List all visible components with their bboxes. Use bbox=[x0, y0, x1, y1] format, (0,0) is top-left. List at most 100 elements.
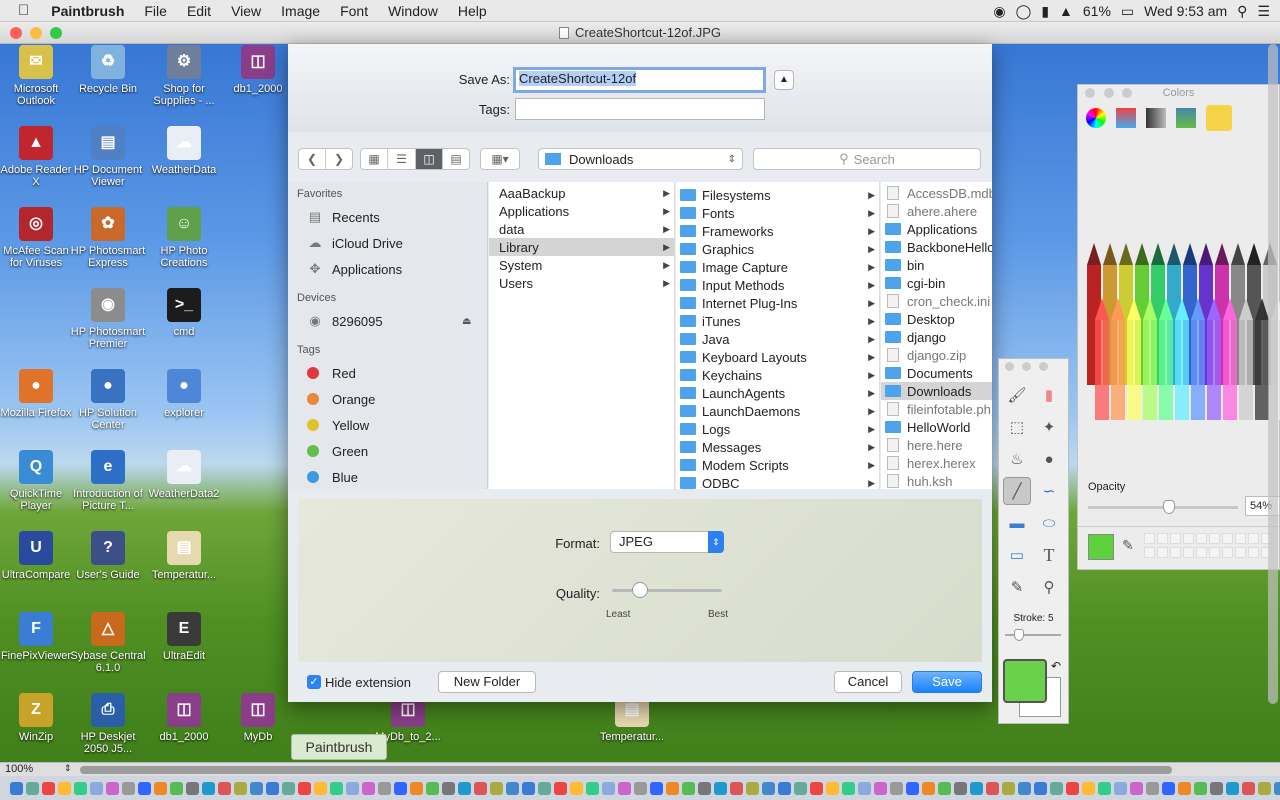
dock-app-icon[interactable] bbox=[106, 781, 119, 795]
color-swatch[interactable] bbox=[1144, 547, 1155, 558]
desktop-icon[interactable]: ⎙ HP Deskjet 2050 J5... bbox=[68, 693, 148, 755]
battery-icon[interactable]: ▭ bbox=[1121, 3, 1134, 20]
close-window-button[interactable] bbox=[10, 27, 22, 39]
desktop-icon[interactable]: ▤ HP Document Viewer bbox=[68, 126, 148, 188]
dock-app-icon[interactable] bbox=[938, 781, 951, 795]
desktop-icon[interactable]: ✉ Microsoft Outlook bbox=[0, 45, 76, 107]
bluetooth-icon[interactable]: ◯ bbox=[1016, 3, 1032, 20]
dock-app-icon[interactable] bbox=[1098, 781, 1111, 795]
desktop-icon[interactable]: E UltraEdit bbox=[144, 612, 224, 662]
dock-app-icon[interactable] bbox=[490, 781, 503, 795]
file-row[interactable]: Graphics ▶ bbox=[676, 240, 879, 258]
dock-app-icon[interactable] bbox=[986, 781, 999, 795]
color-swatch[interactable] bbox=[1235, 547, 1246, 558]
sidebar-tag-red[interactable]: Red bbox=[288, 360, 487, 386]
vertical-scrollbar[interactable] bbox=[1268, 44, 1278, 704]
dock-app-icon[interactable] bbox=[234, 781, 247, 795]
sidebar-tag-yellow[interactable]: Yellow bbox=[288, 412, 487, 438]
dock-app-icon[interactable] bbox=[26, 781, 39, 795]
dock-app-icon[interactable] bbox=[666, 781, 679, 795]
dock-app-icon[interactable] bbox=[474, 781, 487, 795]
dock-app-icon[interactable] bbox=[426, 781, 439, 795]
dock-app-icon[interactable] bbox=[714, 781, 727, 795]
dock-app-icon[interactable] bbox=[1162, 781, 1175, 795]
eyedropper-icon[interactable]: ✎ bbox=[1122, 537, 1134, 554]
dock-app-icon[interactable] bbox=[74, 781, 87, 795]
desktop-icon[interactable]: ◉ HP Photosmart Premier bbox=[68, 288, 148, 350]
dock-app-icon[interactable] bbox=[634, 781, 647, 795]
dock-app-icon[interactable] bbox=[42, 781, 55, 795]
file-row[interactable]: Fonts ▶ bbox=[676, 204, 879, 222]
crayons-icon[interactable] bbox=[1206, 105, 1232, 131]
file-row[interactable]: Users ▶ bbox=[489, 274, 674, 292]
volume-icon[interactable]: ▮ bbox=[1041, 3, 1049, 20]
file-row[interactable]: Desktop bbox=[881, 310, 992, 328]
file-row[interactable]: Internet Plug-Ins ▶ bbox=[676, 294, 879, 312]
sidebar-tag-green[interactable]: Green bbox=[288, 438, 487, 464]
file-row[interactable]: Applications bbox=[881, 220, 992, 238]
color-swatch[interactable] bbox=[1196, 533, 1207, 544]
eyedropper-tool-icon[interactable]: ✎ bbox=[1003, 573, 1031, 601]
zoom-level[interactable]: 100% bbox=[5, 763, 33, 775]
color-swatch[interactable] bbox=[1170, 533, 1181, 544]
menu-help[interactable]: Help bbox=[448, 3, 497, 19]
image-palettes-icon[interactable] bbox=[1176, 108, 1196, 128]
dock-app-icon[interactable] bbox=[1194, 781, 1207, 795]
dock-app-icon[interactable] bbox=[314, 781, 327, 795]
dock-app-icon[interactable] bbox=[778, 781, 791, 795]
opacity-slider[interactable] bbox=[1088, 500, 1238, 514]
file-row[interactable]: Java ▶ bbox=[676, 330, 879, 348]
dock-app-icon[interactable] bbox=[810, 781, 823, 795]
dock-app-icon[interactable] bbox=[330, 781, 343, 795]
file-row[interactable]: huh.ksh bbox=[881, 472, 992, 489]
desktop-icon[interactable]: ● HP Solution Center bbox=[68, 369, 148, 431]
file-row[interactable]: ODBC ▶ bbox=[676, 474, 879, 489]
dock-app-icon[interactable] bbox=[394, 781, 407, 795]
file-row[interactable]: System ▶ bbox=[489, 256, 674, 274]
crayon[interactable] bbox=[1159, 298, 1173, 420]
file-row[interactable]: Applications ▶ bbox=[489, 202, 674, 220]
dock-app-icon[interactable] bbox=[1066, 781, 1079, 795]
save-as-field[interactable]: CreateShortcut-12of bbox=[513, 67, 766, 93]
paint-bucket-tool-icon[interactable]: ♨ bbox=[1003, 445, 1031, 473]
list-view-button[interactable]: ☰ bbox=[388, 149, 416, 169]
file-row[interactable]: Filesystems ▶ bbox=[676, 186, 879, 204]
curve-tool-icon[interactable]: ∽ bbox=[1035, 477, 1063, 505]
minimize-window-button[interactable] bbox=[30, 27, 42, 39]
file-row[interactable]: LaunchDaemons ▶ bbox=[676, 402, 879, 420]
menu-file[interactable]: File bbox=[134, 3, 177, 19]
file-row[interactable]: herex.herex bbox=[881, 454, 992, 472]
color-swatch[interactable] bbox=[1209, 533, 1220, 544]
color-swatch[interactable] bbox=[1222, 533, 1233, 544]
desktop-icon[interactable]: Q QuickTime Player bbox=[0, 450, 76, 512]
dock-app-icon[interactable] bbox=[586, 781, 599, 795]
desktop-icon[interactable]: ⚙ Shop for Supplies - ... bbox=[144, 45, 224, 107]
stroke-slider[interactable] bbox=[1005, 629, 1061, 641]
cancel-button[interactable]: Cancel bbox=[834, 671, 902, 693]
color-palettes-icon[interactable] bbox=[1146, 108, 1166, 128]
color-swatch[interactable] bbox=[1248, 533, 1259, 544]
dock-app-icon[interactable] bbox=[762, 781, 775, 795]
eraser-tool-icon[interactable]: ▮ bbox=[1035, 381, 1063, 409]
stroke-slider-thumb[interactable] bbox=[1014, 629, 1024, 641]
dock-app-icon[interactable] bbox=[250, 781, 263, 795]
zoom-stepper-icon[interactable]: ⇕ bbox=[64, 763, 72, 774]
file-row[interactable]: cgi-bin bbox=[881, 274, 992, 292]
expand-dialog-button[interactable]: ▲ bbox=[774, 70, 794, 90]
dock-app-icon[interactable] bbox=[794, 781, 807, 795]
crayon[interactable] bbox=[1223, 298, 1237, 420]
desktop-icon[interactable]: ◎ McAfee Scan for Viruses bbox=[0, 207, 76, 269]
desktop-icon[interactable]: ● Mozilla Firefox bbox=[0, 369, 76, 419]
rounded-rect-tool-icon[interactable]: ▭ bbox=[1003, 541, 1031, 569]
dock-app-icon[interactable] bbox=[282, 781, 295, 795]
file-row[interactable]: LaunchAgents ▶ bbox=[676, 384, 879, 402]
color-swatch[interactable] bbox=[1209, 547, 1220, 558]
desktop-icon[interactable]: ▲ Adobe Reader X bbox=[0, 126, 76, 188]
file-row[interactable]: Messages ▶ bbox=[676, 438, 879, 456]
desktop-icon[interactable]: ◫ db1_2000 bbox=[218, 45, 298, 95]
file-row[interactable]: here.here bbox=[881, 436, 992, 454]
rect-select-tool-icon[interactable]: ⬚ bbox=[1003, 413, 1031, 441]
file-row[interactable]: Modem Scripts ▶ bbox=[676, 456, 879, 474]
file-row[interactable]: AaaBackup ▶ bbox=[489, 184, 674, 202]
back-button[interactable]: ❮ bbox=[299, 149, 326, 169]
